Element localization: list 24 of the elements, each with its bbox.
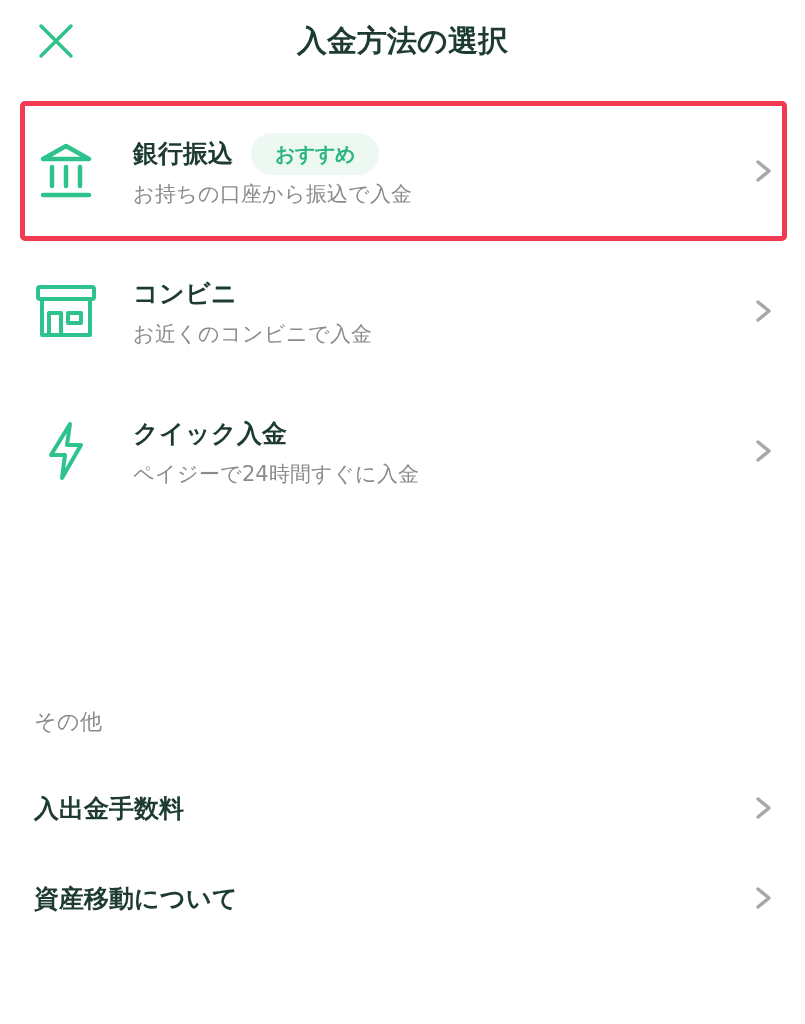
method-description: ペイジーで24時間すぐに入金 — [133, 461, 420, 488]
recommended-badge: おすすめ — [251, 133, 379, 175]
payment-method-item[interactable]: コンビニ お近くのコンビニで入金 — [20, 241, 787, 381]
lightning-icon — [46, 421, 86, 481]
payment-method-item[interactable]: 銀行振込 おすすめ お持ちの口座から振込で入金 — [20, 101, 787, 241]
menu-item[interactable]: 入出金手数料 — [0, 763, 805, 853]
method-title: コンビニ — [133, 278, 237, 310]
method-description: お持ちの口座から振込で入金 — [133, 181, 413, 208]
section-heading: その他 — [34, 708, 103, 736]
close-icon — [38, 23, 74, 59]
chevron-icon — [755, 299, 772, 323]
method-description: お近くのコンビニで入金 — [133, 321, 373, 348]
chevron-icon — [755, 886, 772, 910]
method-title: 銀行振込 — [133, 138, 233, 170]
chevron-icon — [755, 796, 772, 820]
menu-item[interactable]: 資産移動について — [0, 853, 805, 943]
payment-method-item[interactable]: クイック入金 ペイジーで24時間すぐに入金 — [20, 381, 787, 521]
page-title: 入金方法の選択 — [297, 22, 508, 60]
close-button[interactable] — [38, 23, 74, 59]
chevron-icon — [755, 439, 772, 463]
chevron-icon — [755, 159, 772, 183]
bank-icon — [40, 143, 92, 199]
store-icon — [36, 285, 96, 337]
method-title: クイック入金 — [133, 418, 287, 450]
